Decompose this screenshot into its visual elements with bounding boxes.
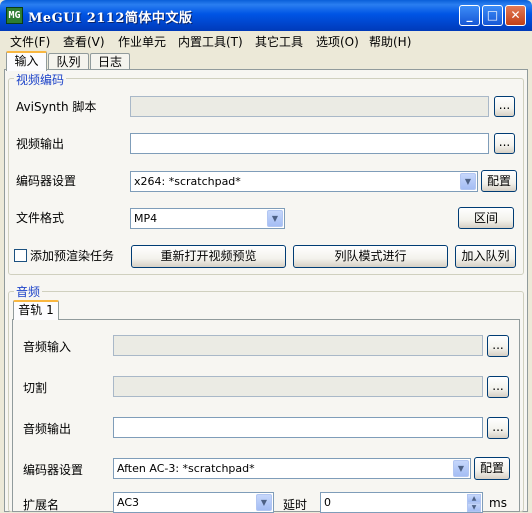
- audio-encoder-value: Aften AC-3: *scratchpad*: [117, 462, 255, 475]
- chevron-down-icon[interactable]: ▼: [460, 173, 476, 190]
- chevron-down-icon[interactable]: ▼: [453, 460, 469, 477]
- video-encoder-select[interactable]: x264: *scratchpad* ▼: [130, 171, 478, 192]
- extension-label: 扩展名: [23, 498, 60, 512]
- menu-file[interactable]: 文件(F): [10, 33, 50, 50]
- extension-value: AC3: [117, 496, 140, 509]
- avisynth-input[interactable]: [130, 96, 489, 117]
- close-button[interactable]: ✕: [505, 5, 526, 26]
- maximize-button[interactable]: □: [482, 5, 503, 26]
- queue-mode-button[interactable]: 列队模式进行: [293, 245, 448, 268]
- file-format-value: MP4: [134, 212, 158, 225]
- title-bar[interactable]: MG MeGUI 2112简体中文版 _ □ ✕: [0, 0, 532, 31]
- audio-output-label: 音频输出: [23, 422, 72, 436]
- file-format-select[interactable]: MP4 ▼: [130, 208, 285, 229]
- window-title: MeGUI 2112简体中文版: [28, 11, 193, 26]
- audio-group-title: 音频: [14, 283, 43, 300]
- menu-other-tools[interactable]: 其它工具: [255, 33, 303, 50]
- audio-config-button[interactable]: 配置: [474, 457, 510, 480]
- avisynth-label: AviSynth 脚本: [16, 100, 97, 114]
- menu-bar: 文件(F) 查看(V) 作业单元 内置工具(T) 其它工具 选项(O) 帮助(H…: [0, 31, 532, 50]
- chevron-down-icon[interactable]: ▼: [267, 210, 283, 227]
- audio-input-input[interactable]: [113, 335, 483, 356]
- audio-encoder-select[interactable]: Aften AC-3: *scratchpad* ▼: [113, 458, 471, 479]
- tab-audio-track-1[interactable]: 音轨 1: [13, 300, 59, 320]
- delay-input[interactable]: 0 ▲ ▼: [320, 492, 483, 513]
- tab-input[interactable]: 输入: [6, 51, 47, 71]
- audio-input-browse-button[interactable]: ...: [487, 335, 509, 357]
- spin-down-icon[interactable]: ▼: [467, 503, 481, 512]
- menu-view[interactable]: 查看(V): [63, 33, 105, 50]
- extension-select[interactable]: AC3 ▼: [113, 492, 274, 513]
- audio-output-browse-button[interactable]: ...: [487, 417, 509, 439]
- spin-up-icon[interactable]: ▲: [467, 494, 481, 503]
- file-format-label: 文件格式: [16, 211, 65, 225]
- app-icon: MG: [6, 7, 23, 24]
- cut-browse-button[interactable]: ...: [487, 376, 509, 398]
- delay-unit: ms: [489, 496, 507, 510]
- audio-output-input[interactable]: [113, 417, 483, 438]
- minimize-button[interactable]: _: [459, 5, 480, 26]
- avisynth-browse-button[interactable]: ...: [494, 96, 515, 117]
- delay-label: 延时: [283, 498, 308, 512]
- menu-jobs[interactable]: 作业单元: [118, 33, 166, 50]
- video-encoder-value: x264: *scratchpad*: [134, 175, 241, 188]
- delay-value: 0: [324, 496, 331, 509]
- add-to-queue-button[interactable]: 加入队列: [455, 245, 516, 268]
- prerender-checkbox[interactable]: [14, 249, 27, 262]
- audio-encoder-label: 编码器设置: [23, 463, 84, 477]
- video-output-input[interactable]: [130, 133, 489, 154]
- prerender-label[interactable]: 添加预渲染任务: [30, 247, 114, 264]
- menu-help[interactable]: 帮助(H): [369, 33, 411, 50]
- cut-input[interactable]: [113, 376, 483, 397]
- menu-tools[interactable]: 内置工具(T): [178, 33, 243, 50]
- video-output-label: 视频输出: [16, 137, 65, 151]
- cut-label: 切割: [23, 381, 48, 395]
- menu-options[interactable]: 选项(O): [316, 33, 359, 50]
- video-encoder-label: 编码器设置: [16, 174, 77, 188]
- audio-input-label: 音频输入: [23, 340, 72, 354]
- chevron-down-icon[interactable]: ▼: [256, 494, 272, 511]
- reopen-preview-button[interactable]: 重新打开视频预览: [131, 245, 286, 268]
- video-group-title: 视频编码: [14, 71, 67, 88]
- video-config-button[interactable]: 配置: [481, 170, 517, 192]
- range-button[interactable]: 区间: [458, 207, 514, 229]
- video-output-browse-button[interactable]: ...: [494, 133, 515, 154]
